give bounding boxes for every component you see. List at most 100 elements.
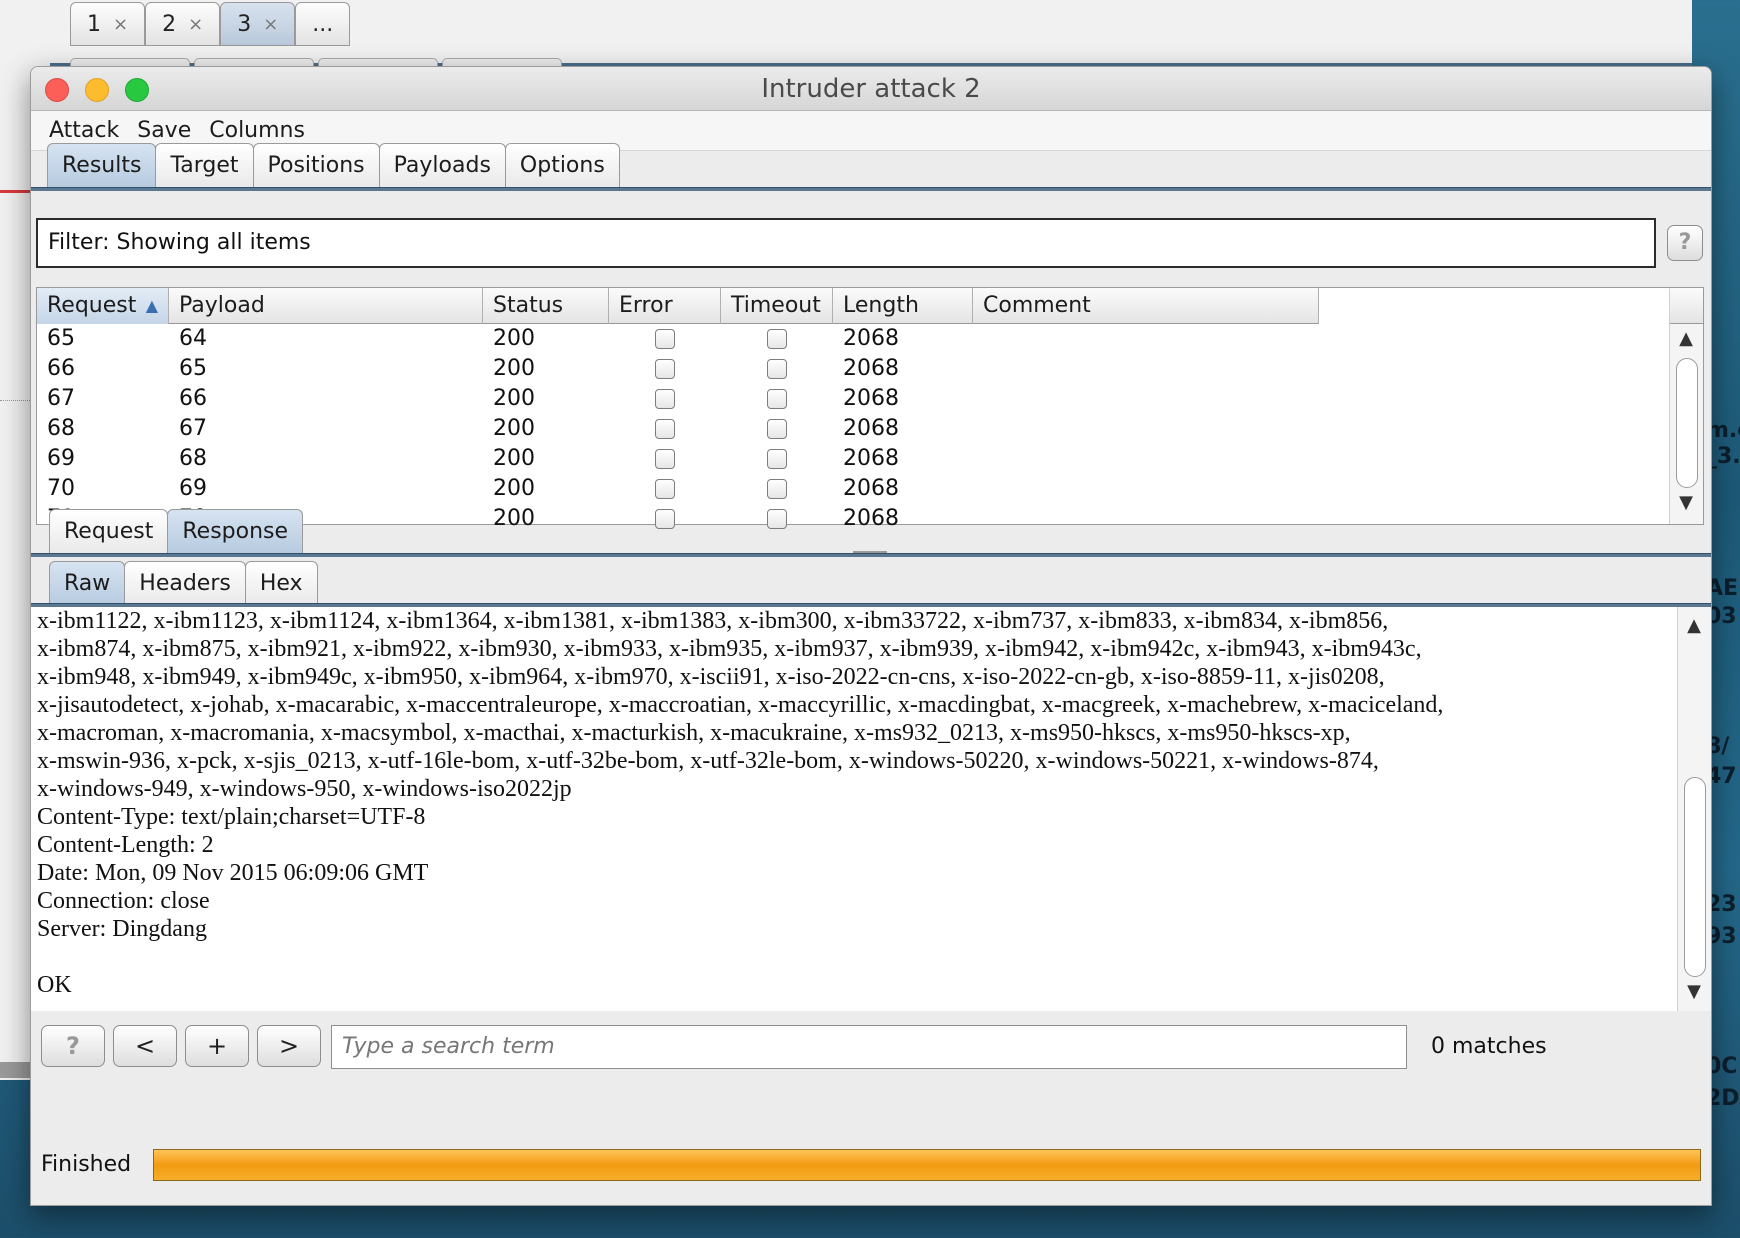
next-match-button[interactable]: > xyxy=(257,1025,321,1067)
response-line: x-windows-949, x-windows-950, x-windows-… xyxy=(37,776,572,802)
help-button[interactable]: ? xyxy=(1667,225,1703,261)
timeout-checkbox[interactable] xyxy=(767,419,787,439)
response-text-area[interactable]: x-ibm1122, x-ibm1123, x-ibm1124, x-ibm13… xyxy=(31,607,1677,1011)
cell-comment xyxy=(973,474,1319,504)
tab-raw[interactable]: Raw xyxy=(49,561,126,605)
cell-length: 2068 xyxy=(843,446,899,471)
cell-request: 70 xyxy=(47,476,75,501)
column-header-status[interactable]: Status xyxy=(483,288,609,324)
cell-comment xyxy=(973,384,1319,414)
error-checkbox[interactable] xyxy=(655,509,675,529)
tab-hex[interactable]: Hex xyxy=(244,561,318,605)
column-header-timeout[interactable]: Timeout xyxy=(721,288,833,324)
cell-comment xyxy=(973,324,1319,354)
response-line: Content-Type: text/plain;charset=UTF-8 xyxy=(37,804,426,830)
menu-attack[interactable]: Attack xyxy=(49,118,119,143)
previous-match-button[interactable]: < xyxy=(113,1025,177,1067)
close-icon[interactable]: × xyxy=(113,14,128,35)
background-tab-more[interactable]: ... xyxy=(295,2,351,46)
timeout-checkbox[interactable] xyxy=(767,329,787,349)
tab-request[interactable]: Request xyxy=(49,509,169,553)
cell-error xyxy=(609,384,721,414)
column-header-payload[interactable]: Payload xyxy=(169,288,483,324)
tab-payloads[interactable]: Payloads xyxy=(378,143,506,187)
search-input[interactable]: Type a search term xyxy=(331,1025,1407,1069)
cell-error xyxy=(609,444,721,474)
response-line: Content-Length: 2 xyxy=(37,832,214,858)
background-tab-3[interactable]: 3 × xyxy=(220,2,296,46)
timeout-checkbox[interactable] xyxy=(767,479,787,499)
background-tab-label: 2 xyxy=(162,11,177,37)
column-header-comment[interactable]: Comment xyxy=(973,288,1319,324)
table-row[interactable]: 67 66 200 2068 xyxy=(37,384,1319,414)
results-filter-bar[interactable]: Filter: Showing all items xyxy=(36,218,1656,268)
table-row[interactable]: 70 69 200 2068 xyxy=(37,474,1319,504)
timeout-checkbox[interactable] xyxy=(767,389,787,409)
cell-timeout xyxy=(721,474,833,504)
title-bar[interactable]: Intruder attack 2 xyxy=(31,67,1711,111)
sort-ascending-icon: ▲ xyxy=(145,296,158,315)
timeout-checkbox[interactable] xyxy=(767,509,787,529)
main-tab-strip: Results Target Positions Payloads Option… xyxy=(47,143,620,187)
error-checkbox[interactable] xyxy=(655,359,675,379)
response-line xyxy=(31,943,1677,971)
tab-target[interactable]: Target xyxy=(155,143,254,187)
background-dotted-line xyxy=(0,400,30,401)
background-tab-1[interactable]: 1 × xyxy=(70,2,146,46)
intruder-attack-window: Intruder attack 2 Attack Save Columns Re… xyxy=(30,66,1712,1206)
response-line: OK xyxy=(37,972,72,998)
timeout-checkbox[interactable] xyxy=(767,359,787,379)
cell-timeout xyxy=(721,324,833,354)
table-scroll-thumb[interactable] xyxy=(1676,358,1698,488)
table-row[interactable]: 65 64 200 2068 xyxy=(37,324,1319,354)
table-row[interactable]: 66 65 200 2068 xyxy=(37,354,1319,384)
response-line: x-macroman, x-macromania, x-macsymbol, x… xyxy=(37,720,1351,746)
cell-length: 2068 xyxy=(843,386,899,411)
cell-status: 200 xyxy=(493,386,535,411)
scroll-up-arrow-icon[interactable]: ▲ xyxy=(1678,615,1710,636)
response-scrollbar[interactable]: ▲ ▼ xyxy=(1677,607,1711,1011)
error-checkbox[interactable] xyxy=(655,479,675,499)
table-row[interactable]: 69 68 200 2068 xyxy=(37,444,1319,474)
detail-tab-strip: Request Response xyxy=(49,509,304,553)
status-label: Finished xyxy=(41,1152,132,1177)
cell-timeout xyxy=(721,414,833,444)
scrollbar-corner xyxy=(1670,288,1703,324)
error-checkbox[interactable] xyxy=(655,389,675,409)
response-scroll-thumb[interactable] xyxy=(1684,777,1706,977)
error-checkbox[interactable] xyxy=(655,329,675,349)
timeout-checkbox[interactable] xyxy=(767,449,787,469)
tab-headers[interactable]: Headers xyxy=(124,561,246,605)
menu-columns[interactable]: Columns xyxy=(209,118,305,143)
column-header-length[interactable]: Length xyxy=(833,288,973,324)
error-checkbox[interactable] xyxy=(655,449,675,469)
close-icon[interactable]: × xyxy=(188,14,203,35)
tab-options[interactable]: Options xyxy=(504,143,620,187)
cell-error xyxy=(609,474,721,504)
close-icon[interactable]: × xyxy=(263,14,278,35)
column-header-error[interactable]: Error xyxy=(609,288,721,324)
table-row[interactable]: 68 67 200 2068 xyxy=(37,414,1319,444)
cell-comment xyxy=(973,414,1319,444)
match-count: 0 matches xyxy=(1431,1034,1547,1059)
menu-save[interactable]: Save xyxy=(137,118,191,143)
tab-results[interactable]: Results xyxy=(47,143,157,187)
table-scrollbar[interactable]: ▲ ▼ xyxy=(1669,288,1703,524)
scroll-up-arrow-icon[interactable]: ▲ xyxy=(1670,328,1702,349)
cell-request: 67 xyxy=(47,386,75,411)
background-tab-label: 1 xyxy=(87,11,101,37)
cell-payload: 68 xyxy=(179,446,207,471)
error-checkbox[interactable] xyxy=(655,419,675,439)
tab-positions[interactable]: Positions xyxy=(252,143,380,187)
cell-length: 2068 xyxy=(843,356,899,381)
results-table: Request ▲ Payload Status Error Timeout Le… xyxy=(36,287,1704,531)
column-header-request[interactable]: Request ▲ xyxy=(37,288,169,324)
cell-error xyxy=(609,504,721,534)
tab-response[interactable]: Response xyxy=(167,509,304,553)
scroll-down-arrow-icon[interactable]: ▼ xyxy=(1670,492,1702,513)
search-help-button[interactable]: ? xyxy=(41,1025,105,1067)
add-search-button[interactable]: + xyxy=(185,1025,249,1067)
cell-length: 2068 xyxy=(843,476,899,501)
background-tab-2[interactable]: 2 × xyxy=(145,2,221,46)
scroll-down-arrow-icon[interactable]: ▼ xyxy=(1678,981,1710,1002)
